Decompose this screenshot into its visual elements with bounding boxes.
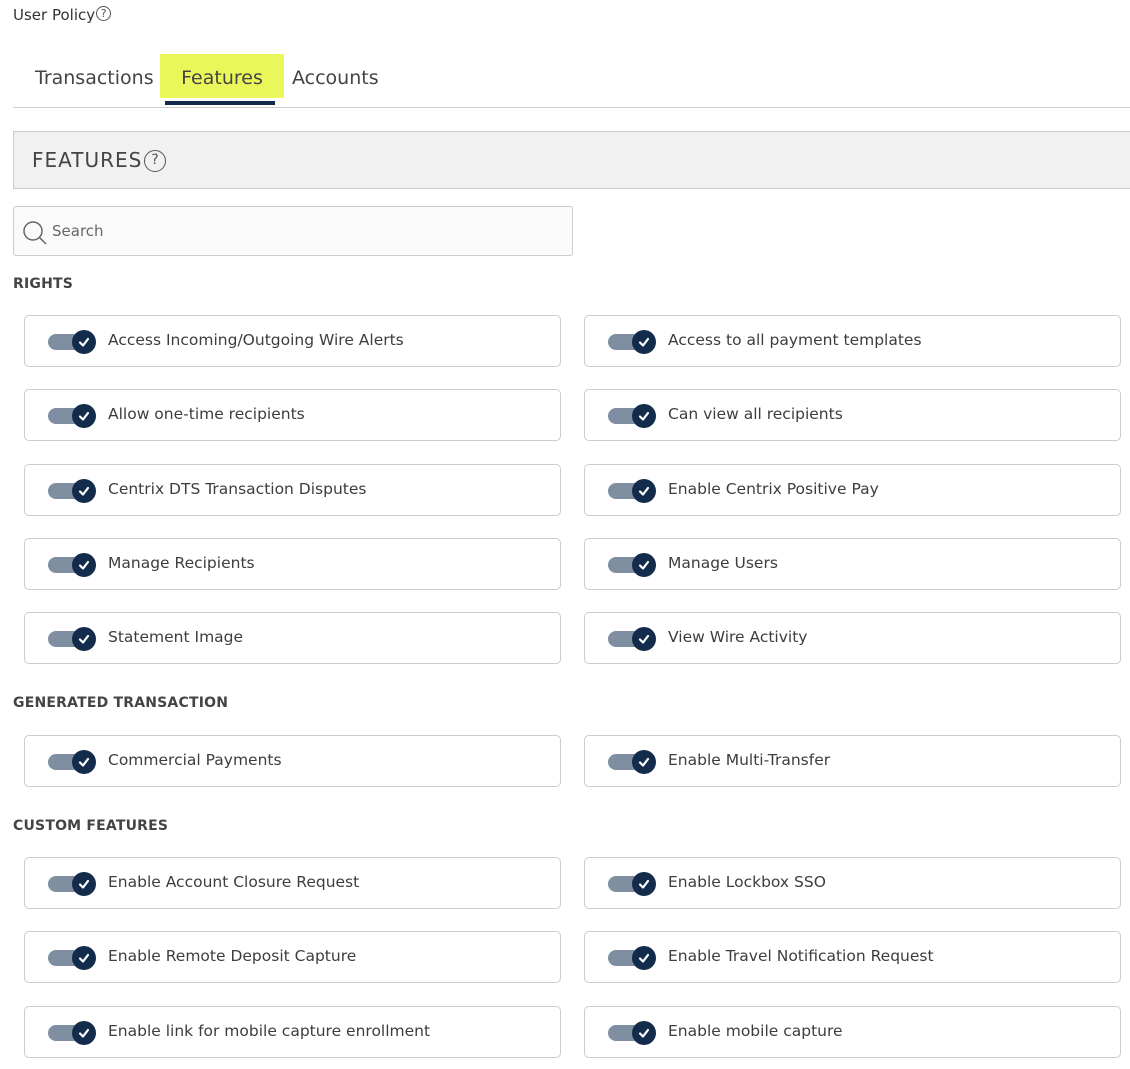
feature-label: Access Incoming/Outgoing Wire Alerts	[108, 331, 404, 349]
question-circle-icon[interactable]: ?	[96, 6, 112, 21]
feature-toggle[interactable]	[608, 872, 656, 896]
checkmark-icon	[72, 479, 96, 503]
feature-label: Access to all payment templates	[668, 331, 922, 349]
feature-label: Enable Account Closure Request	[108, 873, 360, 891]
feature-card[interactable]: Enable Remote Deposit Capture	[24, 931, 561, 983]
checkmark-icon	[72, 872, 96, 896]
feature-toggle[interactable]	[48, 946, 96, 970]
feature-label: Commercial Payments	[108, 751, 282, 769]
feature-label: View Wire Activity	[668, 628, 808, 646]
feature-card[interactable]: Enable link for mobile capture enrollmen…	[24, 1006, 561, 1058]
feature-label: Enable link for mobile capture enrollmen…	[108, 1022, 431, 1040]
tab-bar: Transactions Features Accounts	[13, 54, 1130, 108]
feature-card[interactable]: Enable Multi-Transfer	[584, 735, 1121, 787]
search-input[interactable]	[52, 217, 552, 245]
feature-label: Enable Remote Deposit Capture	[108, 947, 357, 965]
feature-label: Centrix DTS Transaction Disputes	[108, 480, 367, 498]
tab-transactions[interactable]: Transactions	[35, 54, 154, 98]
group-label: CUSTOM FEATURES	[13, 818, 169, 834]
page-title-text: User Policy	[13, 6, 96, 24]
feature-card[interactable]: Access to all payment templates	[584, 315, 1121, 367]
feature-toggle[interactable]	[608, 404, 656, 428]
feature-card[interactable]: Allow one-time recipients	[24, 389, 561, 441]
group-label: GENERATED TRANSACTION	[13, 695, 229, 711]
search-icon	[23, 221, 47, 245]
feature-card[interactable]: Manage Users	[584, 538, 1121, 590]
feature-card[interactable]: View Wire Activity	[584, 612, 1121, 664]
checkmark-icon	[632, 872, 656, 896]
feature-toggle[interactable]	[608, 1021, 656, 1045]
feature-card[interactable]: Manage Recipients	[24, 538, 561, 590]
feature-label: Manage Users	[668, 554, 778, 572]
checkmark-icon	[632, 553, 656, 577]
feature-card[interactable]: Enable Centrix Positive Pay	[584, 464, 1121, 516]
feature-toggle[interactable]	[48, 479, 96, 503]
feature-card[interactable]: Commercial Payments	[24, 735, 561, 787]
checkmark-icon	[632, 1021, 656, 1045]
feature-toggle[interactable]	[608, 946, 656, 970]
feature-card[interactable]: Can view all recipients	[584, 389, 1121, 441]
feature-card[interactable]: Enable Account Closure Request	[24, 857, 561, 909]
checkmark-icon	[72, 946, 96, 970]
feature-label: Enable Centrix Positive Pay	[668, 480, 879, 498]
feature-label: Allow one-time recipients	[108, 405, 305, 423]
feature-toggle[interactable]	[48, 627, 96, 651]
feature-label: Can view all recipients	[668, 405, 843, 423]
tab-features[interactable]: Features	[160, 54, 284, 98]
feature-toggle[interactable]	[608, 627, 656, 651]
feature-card[interactable]: Enable mobile capture	[584, 1006, 1121, 1058]
page-title: User Policy ?	[13, 6, 112, 24]
feature-label: Enable Multi-Transfer	[668, 751, 831, 769]
checkmark-icon	[632, 404, 656, 428]
feature-card[interactable]: Access Incoming/Outgoing Wire Alerts	[24, 315, 561, 367]
feature-label: Manage Recipients	[108, 554, 255, 572]
checkmark-icon	[72, 330, 96, 354]
checkmark-icon	[72, 627, 96, 651]
checkmark-icon	[632, 330, 656, 354]
features-section-header: FEATURES ?	[13, 131, 1130, 189]
feature-toggle[interactable]	[608, 330, 656, 354]
feature-toggle[interactable]	[48, 872, 96, 896]
checkmark-icon	[632, 750, 656, 774]
checkmark-icon	[632, 479, 656, 503]
active-tab-indicator	[165, 101, 275, 105]
checkmark-icon	[632, 946, 656, 970]
feature-label: Enable Lockbox SSO	[668, 873, 826, 891]
tab-accounts[interactable]: Accounts	[292, 54, 379, 98]
feature-toggle[interactable]	[48, 1021, 96, 1045]
feature-toggle[interactable]	[608, 553, 656, 577]
feature-card[interactable]: Enable Lockbox SSO	[584, 857, 1121, 909]
checkmark-icon	[72, 553, 96, 577]
group-label: RIGHTS	[13, 276, 74, 292]
section-title: FEATURES	[32, 148, 143, 172]
checkmark-icon	[632, 627, 656, 651]
feature-card[interactable]: Statement Image	[24, 612, 561, 664]
feature-label: Enable mobile capture	[668, 1022, 843, 1040]
search-field[interactable]	[13, 206, 573, 256]
feature-card[interactable]: Centrix DTS Transaction Disputes	[24, 464, 561, 516]
checkmark-icon	[72, 1021, 96, 1045]
feature-toggle[interactable]	[48, 404, 96, 428]
feature-card[interactable]: Enable Travel Notification Request	[584, 931, 1121, 983]
feature-label: Enable Travel Notification Request	[668, 947, 934, 965]
checkmark-icon	[72, 404, 96, 428]
feature-toggle[interactable]	[608, 479, 656, 503]
feature-label: Statement Image	[108, 628, 244, 646]
feature-toggle[interactable]	[608, 750, 656, 774]
feature-toggle[interactable]	[48, 330, 96, 354]
checkmark-icon	[72, 750, 96, 774]
feature-toggle[interactable]	[48, 553, 96, 577]
question-circle-icon[interactable]: ?	[144, 150, 166, 172]
feature-toggle[interactable]	[48, 750, 96, 774]
